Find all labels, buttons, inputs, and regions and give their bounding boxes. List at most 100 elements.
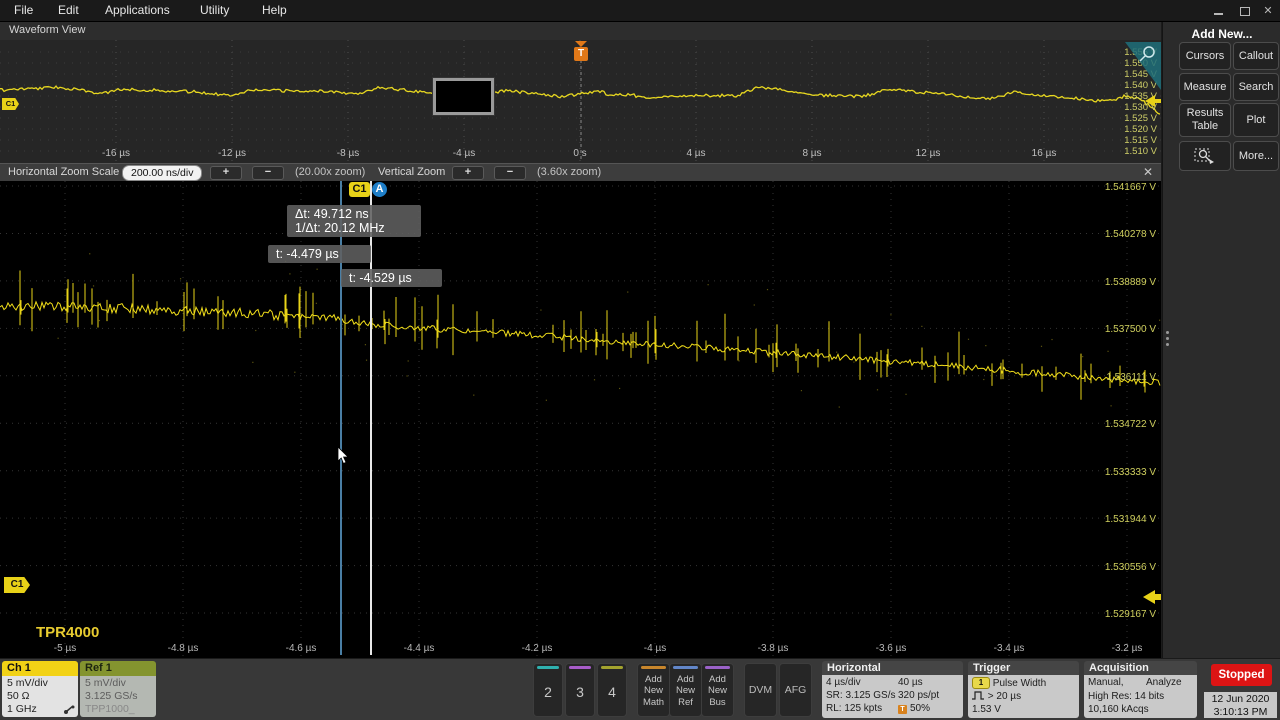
ref1-badge[interactable]: Ref 1 5 mV/div3.125 GS/sTPP1000_ [80,661,156,717]
zoom-waveform [0,181,1161,658]
ch1-detail: 50 Ω [7,690,78,703]
overview-x-tick: -4 µs [453,148,475,159]
mouse-pointer [337,447,353,465]
add-new-bus-button[interactable]: AddNewBus [701,663,734,717]
zoom-y-tick: 1.536111 V [1106,372,1156,383]
menu-item-edit[interactable]: Edit [58,0,79,17]
channel-level-arrow-icon [1145,94,1161,108]
h-zoom-scale-label: Horizontal Zoom Scale [8,166,119,178]
minimize-icon [1214,13,1223,15]
restore-button[interactable] [1236,4,1254,18]
horizontal-value: RL: 125 kpts [826,703,882,714]
bottom-bar: Ch 1 5 mV/div50 Ω1 GHz Ref 1 5 mV/div3.1… [0,658,1280,720]
measure-button[interactable]: Measure [1179,73,1231,101]
zoom-select-button[interactable] [1179,141,1231,171]
zoom-y-tick: 1.537500 V [1105,324,1156,335]
time-value: 3:10:13 PM [1204,706,1277,719]
acquisition-panel[interactable]: Acquisition Manual, Analyze High Res: 14… [1084,661,1197,718]
horizontal-value: 320 ps/pt [898,690,939,701]
zoom-y-tick: 1.541667 V [1105,182,1156,193]
menu-item-file[interactable]: File [14,0,33,17]
overview-y-tick: 1.515 V [1124,135,1157,146]
horizontal-value: T50% [898,703,930,714]
trigger-t-icon: T [574,47,588,61]
overview-graticule[interactable]: -16 µs-12 µs-8 µs-4 µs0 s4 µs8 µs12 µs16… [0,40,1161,163]
ref1-title: Ref 1 [80,661,156,676]
menu-item-help[interactable]: Help [262,0,287,17]
more-button[interactable]: More... [1233,141,1279,171]
trigger-source-icon: 1 [972,677,990,689]
close-icon: ✕ [1263,5,1272,17]
zoom-x-tick: -4.2 µs [522,643,553,654]
horizontal-panel[interactable]: Horizontal 4 µs/div40 µsSR: 3.125 GS/s32… [822,661,963,718]
afg-button[interactable]: AFG [779,663,812,717]
callout-button[interactable]: Callout [1233,42,1279,70]
overview-y-tick: 1.520 V [1124,124,1157,135]
close-button[interactable]: ✕ [1259,4,1277,18]
menu-item-utility[interactable]: Utility [200,0,229,17]
v-zoom-plus-button[interactable]: + [452,166,484,180]
results-table-button[interactable]: Results Table [1179,103,1231,137]
acquisition-title: Acquisition [1084,661,1197,675]
cursor-source-badge[interactable]: C1 [349,182,370,197]
panel-splitter-handle[interactable] [1166,343,1169,346]
zoom-selection-box[interactable] [433,78,494,115]
inv-delta-t-value: 1/Δt: 20.12 MHz [295,221,413,235]
zoom-y-tick: 1.538889 V [1105,277,1156,288]
add-new-math-button[interactable]: AddNewMath [637,663,670,717]
trigger-condition: > 20 µs [988,691,1021,702]
search-button[interactable]: Search [1233,73,1279,101]
panel-splitter-handle[interactable] [1166,331,1169,334]
channel-4-button[interactable]: 4 [597,663,627,717]
v-zoom-label: Vertical Zoom [378,166,445,178]
ch1-badge[interactable]: Ch 1 5 mV/div50 Ω1 GHz [2,661,78,717]
plot-button[interactable]: Plot [1233,103,1279,137]
stopped-button[interactable]: Stopped [1211,664,1272,686]
ch1-title: Ch 1 [2,661,78,676]
ref1-detail: 5 mV/div [85,677,156,690]
v-zoom-minus-button[interactable]: − [494,166,526,180]
channel-3-button[interactable]: 3 [565,663,595,717]
overview-x-tick: -8 µs [337,148,359,159]
add-color-stripe [673,666,698,669]
panel-splitter-handle[interactable] [1166,337,1169,340]
acq-analyze: Analyze [1146,677,1182,688]
trigger-panel[interactable]: Trigger 1 Pulse Width > 20 µs 1.53 V [968,661,1079,718]
add-new-panel: Add New... CursorsCalloutMeasureSearchRe… [1162,22,1280,658]
zoom-close-icon[interactable]: ✕ [1143,165,1153,179]
cursor-a-badge[interactable]: A [372,182,387,197]
zoom-level-arrow-icon [1143,589,1161,605]
v-zoom-readout: (3.60x zoom) [537,166,601,178]
restore-icon [1240,7,1250,16]
h-zoom-minus-button[interactable]: − [252,166,284,180]
overview-x-tick: 0 s [573,148,586,159]
channel-2-button[interactable]: 2 [533,663,563,717]
probe-label: TPR4000 [36,624,99,641]
zoom-select-icon [1194,147,1216,165]
cursor-delta-readout: Δt: 49.712 ns 1/Δt: 20.12 MHz [287,205,421,237]
dvm-button[interactable]: DVM [744,663,777,717]
zoom-y-tick: 1.534722 V [1105,419,1156,430]
menu-item-applications[interactable]: Applications [105,0,170,17]
zoom-overview-icon[interactable] [1125,42,1161,90]
ref1-detail: 3.125 GS/s [85,690,156,703]
add-new-ref-button[interactable]: AddNewRef [669,663,702,717]
tab-waveform-view[interactable]: Waveform View [0,22,1161,36]
zoom-graticule[interactable]: C1 A Δt: 49.712 ns 1/Δt: 20.12 MHz t: -4… [0,181,1161,658]
oscilloscope-app: File Edit Applications Utility Help ✕ Add Ne… [0,0,1280,720]
h-zoom-readout: (20.00x zoom) [295,166,365,178]
trigger-position-marker[interactable]: T [574,41,588,61]
zoom-x-tick: -4.6 µs [286,643,317,654]
zoom-x-tick: -3.6 µs [876,643,907,654]
horizontal-title: Horizontal [822,661,963,675]
zoom-x-tick: -4.4 µs [404,643,435,654]
channel-color-stripe [537,666,559,669]
acq-count: 10,160 kAcqs [1088,704,1149,715]
h-zoom-scale-input[interactable]: 200.00 ns/div [122,165,202,181]
overview-x-tick: -12 µs [218,148,246,159]
tab-bar: Waveform View [0,22,1161,41]
minimize-button[interactable] [1210,4,1228,18]
h-zoom-plus-button[interactable]: + [210,166,242,180]
cursors-button[interactable]: Cursors [1179,42,1231,70]
zoom-x-tick: -3.4 µs [994,643,1025,654]
